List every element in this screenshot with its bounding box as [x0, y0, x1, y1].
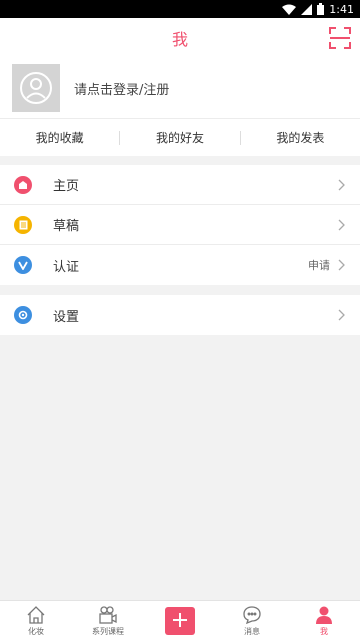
- bottom-nav: 化妆 系列课程 消息 我: [0, 600, 360, 640]
- battery-icon: [317, 3, 325, 15]
- menu-group-main: 主页 草稿 认证 申请: [0, 165, 360, 285]
- plus-icon[interactable]: [165, 606, 195, 635]
- login-register-link[interactable]: 请点击登录/注册: [74, 79, 169, 98]
- profile-section[interactable]: 请点击登录/注册: [0, 58, 360, 118]
- apply-label: 申请: [308, 259, 330, 272]
- nav-label: 系列课程: [92, 626, 124, 636]
- verify-icon: [14, 256, 32, 274]
- profile-tabs: 我的收藏 我的好友 我的发表: [0, 118, 360, 156]
- video-icon: [99, 605, 117, 624]
- chevron-right-icon: [338, 309, 345, 321]
- signal-icon: [301, 3, 313, 15]
- menu-item-label: 主页: [53, 179, 80, 194]
- chevron-right-icon: [338, 259, 345, 271]
- house-icon: [27, 605, 45, 624]
- menu-item-verify[interactable]: 认证 申请: [0, 245, 360, 285]
- nav-label: 消息: [244, 626, 260, 636]
- avatar[interactable]: [12, 64, 60, 112]
- settings-icon: [14, 306, 32, 324]
- menu-item-settings[interactable]: 设置: [0, 295, 360, 335]
- chat-icon: [243, 605, 261, 624]
- menu-item-label: 设置: [53, 309, 80, 325]
- nav-add[interactable]: [144, 601, 216, 640]
- menu-item-label: 草稿: [53, 219, 80, 234]
- tab-friends[interactable]: 我的好友: [120, 119, 239, 156]
- status-time: 1:41: [329, 2, 354, 16]
- status-bar: 1:41: [0, 0, 360, 18]
- scan-icon[interactable]: [327, 25, 353, 51]
- tab-favorites[interactable]: 我的收藏: [0, 119, 119, 156]
- wifi-icon: [282, 4, 297, 15]
- menu-group-settings: 设置: [0, 295, 360, 335]
- tab-posts[interactable]: 我的发表: [241, 119, 360, 156]
- nav-courses[interactable]: 系列课程: [72, 601, 144, 640]
- user-icon: [316, 606, 332, 624]
- chevron-right-icon: [338, 219, 345, 230]
- page-header: 我: [0, 18, 360, 58]
- nav-makeup[interactable]: 化妆: [0, 601, 72, 640]
- menu-item-home[interactable]: 主页: [0, 165, 360, 205]
- menu-item-drafts[interactable]: 草稿: [0, 205, 360, 245]
- nav-label: 化妆: [28, 626, 44, 636]
- menu-item-label: 认证: [53, 259, 80, 275]
- nav-me[interactable]: 我: [288, 601, 360, 640]
- draft-icon: [14, 215, 32, 234]
- page-title: 我: [171, 30, 188, 49]
- home-icon: [14, 175, 32, 194]
- nav-label: 我: [320, 626, 328, 636]
- nav-messages[interactable]: 消息: [216, 601, 288, 640]
- chevron-right-icon: [338, 179, 345, 190]
